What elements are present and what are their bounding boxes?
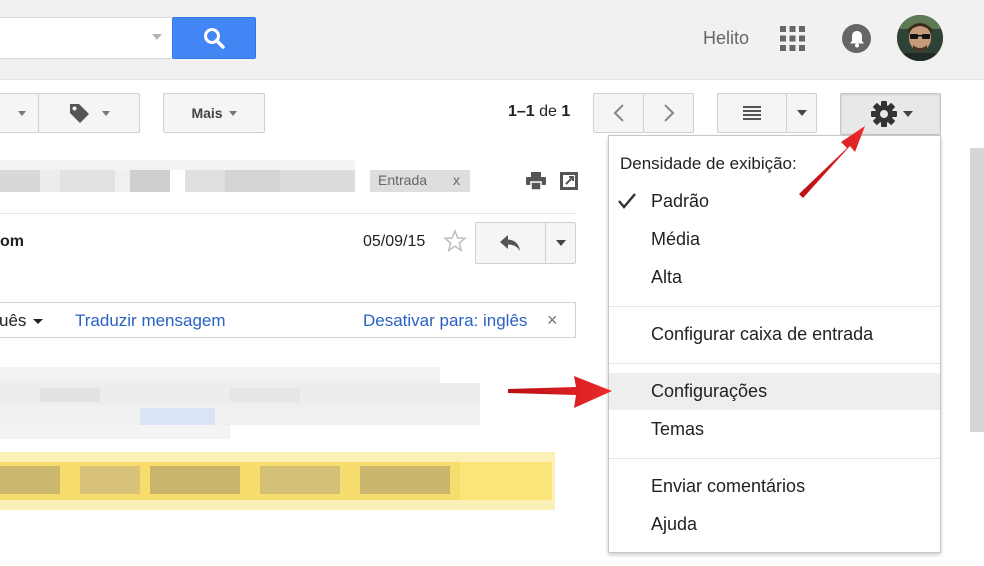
menu-item-label: Temas: [651, 419, 705, 439]
menu-item-label: Alta: [651, 267, 683, 287]
menu-item-label: Enviar comentários: [651, 476, 806, 496]
density-heading: Densidade de exibição:: [620, 154, 797, 173]
sender-name: om: [0, 233, 24, 250]
source-language-label: uês: [0, 311, 27, 330]
print-icon[interactable]: [526, 172, 546, 190]
new-window-icon[interactable]: [560, 172, 578, 190]
user-name-link[interactable]: Helito: [703, 28, 749, 49]
pager-range: 1–1: [508, 103, 535, 120]
pager-total: 1: [561, 103, 571, 120]
menu-item-themes[interactable]: Temas: [609, 411, 940, 448]
menu-item-send-feedback[interactable]: Enviar comentários: [609, 468, 940, 505]
check-icon: [618, 193, 636, 209]
pager-count: 1–1 de 1: [508, 103, 570, 121]
divider: [0, 213, 576, 214]
bell-icon: [849, 30, 864, 47]
star-icon[interactable]: [443, 229, 467, 253]
reply-icon: [500, 235, 520, 251]
apps-grid-icon[interactable]: [780, 26, 805, 51]
close-icon[interactable]: ×: [547, 310, 558, 331]
more-button-label: Mais: [191, 105, 223, 121]
chevron-down-icon: [102, 110, 110, 116]
menu-item-configure-inbox[interactable]: Configurar caixa de entrada: [609, 316, 940, 353]
toolbar-button-partial[interactable]: [0, 93, 39, 133]
notifications-button[interactable]: [842, 24, 871, 53]
disable-translation-link[interactable]: Desativar para: inglês: [363, 311, 527, 331]
view-mode-button[interactable]: [717, 93, 787, 133]
search-button[interactable]: [172, 17, 256, 59]
chevron-down-icon[interactable]: [556, 240, 566, 246]
pager-of: de: [539, 103, 557, 120]
search-options-caret-icon[interactable]: [152, 34, 162, 40]
menu-item-density-default[interactable]: Padrão: [609, 183, 940, 220]
newer-button[interactable]: [593, 93, 644, 133]
divider: [545, 223, 546, 263]
translate-bar: uês Traduzir mensagem Desativar para: in…: [0, 302, 576, 338]
search-icon: [204, 28, 225, 49]
inbox-label-text: Entrada: [378, 172, 428, 188]
menu-item-label: Padrão: [651, 191, 710, 211]
labels-button[interactable]: [38, 93, 140, 133]
annotation-arrow-settings-item: [508, 376, 612, 408]
chevron-down-icon: [228, 110, 237, 116]
chevron-left-icon: [613, 104, 624, 122]
menu-item-label: Ajuda: [651, 514, 698, 534]
label-icon: [70, 104, 89, 123]
profile-photo: [897, 15, 943, 61]
list-view-icon: [743, 106, 761, 120]
menu-item-label: Média: [651, 229, 701, 249]
more-button[interactable]: Mais: [163, 93, 265, 133]
scrollbar[interactable]: [970, 148, 984, 432]
source-language-selector[interactable]: uês: [0, 311, 44, 331]
top-header: Helito: [0, 0, 984, 80]
menu-item-density-high[interactable]: Alta: [609, 259, 940, 296]
menu-item-label: Configurações: [651, 381, 768, 401]
avatar[interactable]: [897, 15, 943, 61]
message-date: 05/09/15: [363, 233, 426, 250]
older-button[interactable]: [643, 93, 694, 133]
reply-button-group[interactable]: [475, 222, 576, 264]
menu-divider: [609, 458, 940, 459]
menu-item-settings[interactable]: Configurações: [609, 373, 940, 410]
search-input[interactable]: [0, 17, 172, 59]
menu-item-density-medium[interactable]: Média: [609, 221, 940, 258]
settings-menu: Densidade de exibição: Padrão Média Alta…: [608, 135, 941, 553]
menu-item-help[interactable]: Ajuda: [609, 506, 940, 543]
chevron-right-icon: [663, 104, 674, 122]
remove-label-button[interactable]: x: [453, 172, 460, 188]
annotation-arrow-settings-gear: [799, 126, 865, 198]
menu-item-label: Configurar caixa de entrada: [651, 324, 874, 344]
menu-divider: [609, 363, 940, 364]
chevron-down-icon: [17, 110, 26, 116]
chevron-down-icon: [796, 110, 807, 116]
chevron-down-icon: [903, 111, 913, 117]
inbox-label-chip: Entrada x: [370, 170, 470, 192]
menu-divider: [609, 306, 940, 307]
translate-message-link[interactable]: Traduzir mensagem: [75, 311, 226, 331]
chevron-down-icon: [33, 319, 44, 325]
